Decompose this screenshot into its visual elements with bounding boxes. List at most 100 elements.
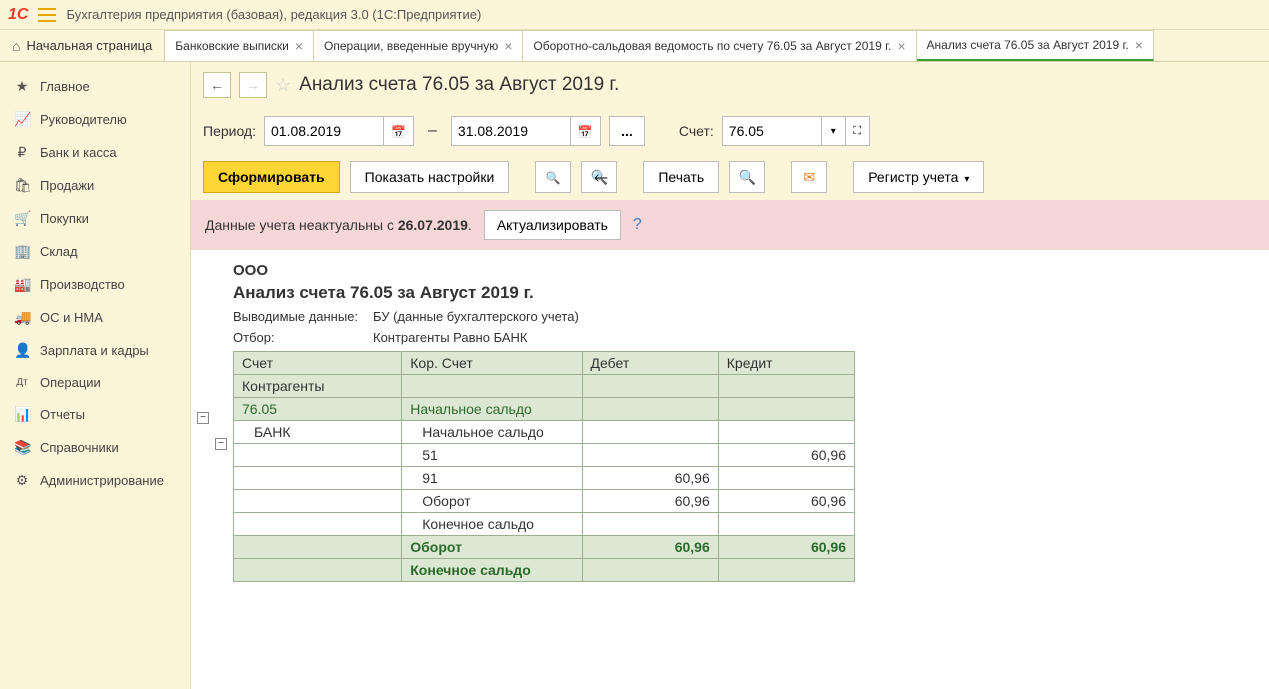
report-table: СчетКор. СчетДебетКредит Контрагенты 76.… — [233, 351, 855, 582]
chart-icon: 📈 — [14, 111, 30, 128]
cell-final: Конечное сальдо — [402, 513, 582, 536]
sidebar-item-sales[interactable]: 🛍Продажи — [0, 169, 190, 202]
register-button[interactable]: Регистр учета — [853, 161, 984, 193]
cell-bank: БАНК — [234, 421, 402, 444]
help-icon[interactable]: ? — [633, 216, 642, 234]
sidebar-item-reports[interactable]: 📊Отчеты — [0, 398, 190, 431]
date-to-input[interactable] — [451, 116, 571, 146]
home-icon: ⌂ — [12, 38, 20, 54]
col-cor: Кор. Счет — [402, 352, 582, 375]
chevron-down-icon — [964, 169, 969, 185]
sidebar-item-purchases[interactable]: 🛒Покупки — [0, 202, 190, 235]
cell-total-turnover: Оборот — [402, 536, 582, 559]
form-button[interactable]: Сформировать — [203, 161, 340, 193]
expand-icon — [853, 125, 861, 138]
warning-bar: Данные учета неактуальны с 26.07.2019. А… — [191, 200, 1269, 250]
app-title: Бухгалтерия предприятия (базовая), редак… — [66, 7, 481, 22]
account-expand-button[interactable] — [846, 116, 870, 146]
tree-toggle-2[interactable]: − — [215, 438, 227, 450]
sidebar-item-admin[interactable]: ⚙Администрирование — [0, 464, 190, 497]
close-icon[interactable]: × — [1135, 37, 1143, 53]
sidebar: ★Главное 📈Руководителю ₽Банк и касса 🛍Пр… — [0, 62, 190, 689]
truck-icon: 🚚 — [14, 309, 30, 326]
account-label: Счет: — [679, 123, 714, 139]
chevron-down-icon — [831, 125, 836, 137]
dtkt-icon: Дт — [14, 377, 30, 388]
cell-total-final: Конечное сальдо — [402, 559, 582, 582]
tab-manual-operations[interactable]: Операции, введенные вручную × — [314, 30, 523, 61]
account-dropdown-button[interactable] — [822, 116, 846, 146]
cell-total-d: 60,96 — [582, 536, 718, 559]
tab-turnover-balance[interactable]: Оборотно-сальдовая ведомость по счету 76… — [523, 30, 916, 61]
date-to-calendar-button[interactable] — [571, 116, 601, 146]
tabs-bar: ⌂ Начальная страница Банковские выписки … — [0, 30, 1269, 62]
sidebar-item-bank[interactable]: ₽Банк и касса — [0, 136, 190, 169]
ruble-icon: ₽ — [14, 144, 30, 161]
meta-data-label: Выводимые данные: — [233, 309, 373, 324]
bag-icon: 🛍 — [14, 177, 30, 194]
sidebar-item-references[interactable]: 📚Справочники — [0, 431, 190, 464]
cell-turnover-c: 60,96 — [718, 490, 854, 513]
page-title: Анализ счета 76.05 за Август 2019 г. — [299, 74, 619, 96]
search-button[interactable] — [535, 161, 571, 193]
search-icon — [546, 169, 561, 185]
sidebar-item-main[interactable]: ★Главное — [0, 70, 190, 103]
cell-turnover-d: 60,96 — [582, 490, 718, 513]
search-arrow-icon: 🔍⃪ — [591, 169, 608, 186]
col-account: Счет — [234, 352, 402, 375]
gear-icon: ⚙ — [14, 472, 30, 489]
sidebar-item-production[interactable]: 🏭Производство — [0, 268, 190, 301]
print-preview-button[interactable]: 🔍 — [729, 161, 765, 193]
search-back-button[interactable]: 🔍⃪ — [581, 161, 617, 193]
close-icon[interactable]: × — [504, 38, 512, 54]
meta-filter-value: Контрагенты Равно БАНК — [373, 330, 527, 345]
building-icon: 🏢 — [14, 243, 30, 260]
show-settings-button[interactable]: Показать настройки — [350, 161, 510, 193]
close-icon[interactable]: × — [897, 38, 905, 54]
sidebar-item-warehouse[interactable]: 🏢Склад — [0, 235, 190, 268]
cell-turnover: Оборот — [402, 490, 582, 513]
page-header: ← → ☆ Анализ счета 76.05 за Август 2019 … — [191, 62, 1269, 108]
cell-acct: 76.05 — [234, 398, 402, 421]
barchart-icon: 📊 — [14, 406, 30, 423]
date-from-calendar-button[interactable] — [384, 116, 414, 146]
home-tab[interactable]: ⌂ Начальная страница — [0, 30, 165, 61]
print-button[interactable]: Печать — [643, 161, 719, 193]
params-row: Период: – ... Счет: — [191, 108, 1269, 154]
logo-1c: 1C — [8, 6, 28, 24]
account-input[interactable] — [722, 116, 822, 146]
sidebar-item-operations[interactable]: ДтОперации — [0, 367, 190, 398]
period-select-button[interactable]: ... — [609, 116, 645, 146]
email-button[interactable] — [791, 161, 827, 193]
calendar-icon — [391, 124, 406, 139]
period-label: Период: — [203, 123, 256, 139]
actualize-button[interactable]: Актуализировать — [484, 210, 621, 240]
factory-icon: 🏭 — [14, 276, 30, 293]
tree-toggle-1[interactable]: − — [197, 412, 209, 424]
books-icon: 📚 — [14, 439, 30, 456]
cell-91: 91 — [402, 467, 582, 490]
report-area: − − ООО Анализ счета 76.05 за Август 201… — [191, 250, 1269, 689]
sidebar-item-manager[interactable]: 📈Руководителю — [0, 103, 190, 136]
tab-bank-statements[interactable]: Банковские выписки × — [165, 30, 314, 61]
close-icon[interactable]: × — [295, 38, 303, 54]
mail-icon — [803, 169, 815, 186]
date-from-input[interactable] — [264, 116, 384, 146]
burger-menu-icon[interactable] — [38, 8, 56, 22]
col-debit: Дебет — [582, 352, 718, 375]
person-icon: 👤 — [14, 342, 30, 359]
cell-initial2: Начальное сальдо — [402, 421, 582, 444]
forward-button[interactable]: → — [239, 72, 267, 98]
toolbar: Сформировать Показать настройки 🔍⃪ Печат… — [191, 154, 1269, 200]
favorite-star-icon[interactable]: ☆ — [275, 75, 291, 96]
sidebar-item-assets[interactable]: 🚚ОС и НМА — [0, 301, 190, 334]
tab-account-analysis[interactable]: Анализ счета 76.05 за Август 2019 г. × — [917, 30, 1154, 61]
cart-icon: 🛒 — [14, 210, 30, 227]
cell-51-credit: 60,96 — [718, 444, 854, 467]
titlebar: 1C Бухгалтерия предприятия (базовая), ре… — [0, 0, 1269, 30]
meta-data-value: БУ (данные бухгалтерского учета) — [373, 309, 579, 324]
preview-icon: 🔍 — [738, 169, 755, 186]
back-button[interactable]: ← — [203, 72, 231, 98]
home-tab-label: Начальная страница — [26, 38, 152, 53]
sidebar-item-hr[interactable]: 👤Зарплата и кадры — [0, 334, 190, 367]
